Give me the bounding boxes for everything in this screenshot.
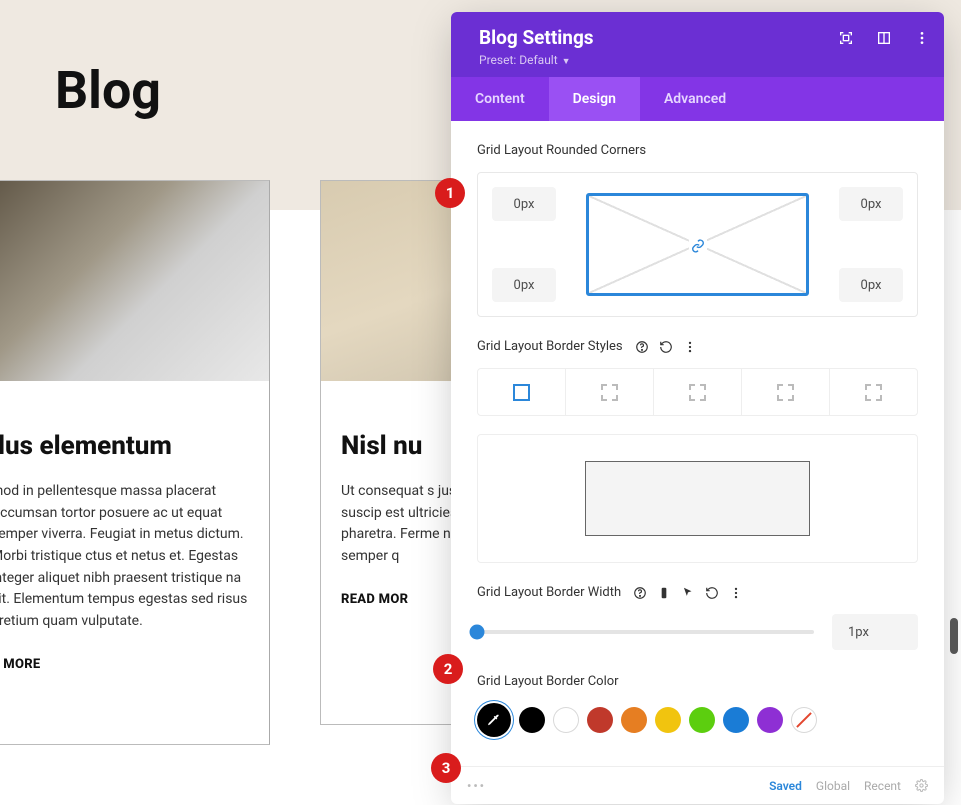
help-icon[interactable] <box>635 340 649 354</box>
slider-thumb[interactable] <box>470 625 485 640</box>
annotation-badge-1: 1 <box>435 178 465 208</box>
tab-advanced[interactable]: Advanced <box>640 77 750 121</box>
expand-icon[interactable] <box>838 30 854 46</box>
settings-panel: Blog Settings Preset: Default▼ Content D… <box>451 12 944 804</box>
corners-preview <box>586 193 809 296</box>
color-swatch-yellow[interactable] <box>655 707 681 733</box>
color-swatch-blue[interactable] <box>723 707 749 733</box>
preset-selector[interactable]: Preset: Default ▼ <box>479 53 926 67</box>
more-vertical-icon[interactable] <box>914 30 930 46</box>
border-width-slider[interactable] <box>477 630 814 634</box>
preset-label: Preset: Default <box>479 53 558 67</box>
border-style-preview <box>585 461 810 536</box>
reset-icon[interactable] <box>659 340 673 354</box>
footer-recent[interactable]: Recent <box>864 779 901 793</box>
border-style-top[interactable] <box>566 369 654 415</box>
color-swatches <box>477 703 918 737</box>
color-picker-button[interactable] <box>477 703 511 737</box>
footer-global[interactable]: Global <box>816 779 850 793</box>
border-style-right[interactable] <box>654 369 742 415</box>
read-more-link[interactable]: D MORE <box>0 657 249 672</box>
color-swatch-black[interactable] <box>519 707 545 733</box>
panel-body: Grid Layout Rounded Corners 0px 0px 0px … <box>451 121 944 766</box>
blog-card: llus elementum mod in pellentesque massa… <box>0 180 270 745</box>
link-icon[interactable] <box>689 236 707 254</box>
color-swatch-purple[interactable] <box>757 707 783 733</box>
page-scrollbar[interactable] <box>950 618 958 654</box>
border-style-bottom[interactable] <box>742 369 830 415</box>
more-vertical-icon[interactable] <box>729 586 743 600</box>
border-width-label: Grid Layout Border Width <box>477 585 621 600</box>
phone-icon[interactable] <box>657 586 671 600</box>
border-style-options <box>477 368 918 416</box>
border-style-all[interactable] <box>478 369 566 415</box>
card-title: llus elementum <box>0 431 249 461</box>
annotation-badge-2: 2 <box>433 654 463 684</box>
panel-footer: ••• Saved Global Recent <box>451 766 944 804</box>
tab-content[interactable]: Content <box>451 77 549 121</box>
tab-design[interactable]: Design <box>549 77 640 121</box>
panel-header: Blog Settings Preset: Default▼ <box>451 12 944 77</box>
card-excerpt: mod in pellentesque massa placerat Accum… <box>0 481 249 633</box>
footer-saved[interactable]: Saved <box>769 779 802 793</box>
color-swatch-white[interactable] <box>553 707 579 733</box>
border-width-row: 1px <box>477 614 918 650</box>
rounded-corners-control: 0px 0px 0px 0px <box>477 172 918 317</box>
reset-icon[interactable] <box>705 586 719 600</box>
corner-br-input[interactable]: 0px <box>839 268 903 302</box>
annotation-badge-3: 3 <box>431 753 461 783</box>
border-width-input[interactable]: 1px <box>832 614 918 650</box>
page-title: Blog <box>55 60 161 121</box>
card-body: llus elementum mod in pellentesque massa… <box>0 381 269 692</box>
columns-icon[interactable] <box>876 30 892 46</box>
corner-tl-input[interactable]: 0px <box>492 187 556 221</box>
color-swatch-green[interactable] <box>689 707 715 733</box>
chevron-down-icon: ▼ <box>562 57 571 67</box>
color-swatch-red[interactable] <box>587 707 613 733</box>
color-swatch-orange[interactable] <box>621 707 647 733</box>
more-vertical-icon[interactable] <box>683 340 697 354</box>
corner-bl-input[interactable]: 0px <box>492 268 556 302</box>
card-image <box>0 181 269 381</box>
border-style-left[interactable] <box>830 369 917 415</box>
more-horizontal-icon[interactable]: ••• <box>467 779 486 793</box>
border-styles-label: Grid Layout Border Styles <box>477 339 623 354</box>
gear-icon[interactable] <box>915 779 928 792</box>
help-icon[interactable] <box>633 586 647 600</box>
color-swatch-none[interactable] <box>791 707 817 733</box>
rounded-corners-label: Grid Layout Rounded Corners <box>477 143 918 158</box>
settings-tabs: Content Design Advanced <box>451 77 944 121</box>
border-color-label: Grid Layout Border Color <box>477 674 918 689</box>
border-style-preview-box <box>477 434 918 563</box>
corner-tr-input[interactable]: 0px <box>839 187 903 221</box>
hover-icon[interactable] <box>681 586 695 600</box>
